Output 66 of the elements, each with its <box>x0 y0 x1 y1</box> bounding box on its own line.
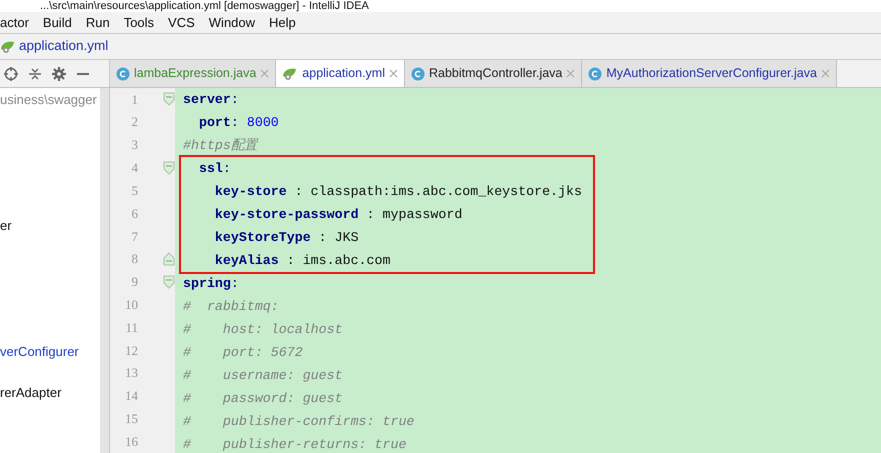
line-number: 10 <box>124 296 138 314</box>
menu-item[interactable]: Help <box>269 12 296 32</box>
line-number: 11 <box>124 318 138 337</box>
line-number: 8 <box>130 250 138 268</box>
line-number: 7 <box>130 228 138 246</box>
menu-item[interactable]: Window <box>208 12 256 32</box>
line-number: 13 <box>124 364 138 382</box>
code-line: port: 8000 <box>198 114 279 132</box>
project-tree-item[interactable]: rerAdapter <box>0 383 62 402</box>
class-file-icon <box>588 66 602 80</box>
fold-icon[interactable] <box>163 252 175 266</box>
code-line: spring: <box>183 275 239 293</box>
code-line: # username: guest <box>183 367 343 385</box>
code-line: # port: 5672 <box>183 344 303 362</box>
fold-icon[interactable] <box>163 92 175 106</box>
project-tree-item[interactable]: verConfigurer <box>0 342 79 362</box>
code-line: # publisher-returns: true <box>183 436 406 453</box>
menu-item[interactable]: Build <box>42 12 72 32</box>
menu-item[interactable]: Run <box>86 12 110 32</box>
code-line: key-store : classpath:ims.abc.com_keystore.jks <box>214 183 582 201</box>
code-line: # password: guest <box>183 390 343 408</box>
line-number: 12 <box>124 342 138 360</box>
editor-tab[interactable]: MyAuthorizationServerConfigurer.java <box>582 60 837 87</box>
line-number: 3 <box>130 136 138 154</box>
line-number: 1 <box>130 90 138 109</box>
close-icon[interactable] <box>566 69 576 78</box>
line-number: 2 <box>130 113 138 132</box>
line-number: 6 <box>130 204 138 223</box>
crosshair-icon[interactable] <box>4 66 18 80</box>
fold-icon[interactable] <box>163 160 175 175</box>
settings-icon[interactable] <box>52 66 66 80</box>
close-icon[interactable] <box>260 69 270 78</box>
breadcrumb-item[interactable]: application.yml <box>19 36 108 57</box>
project-tree-item[interactable]: usiness\swagger <box>0 90 97 110</box>
leaf-gear-icon <box>0 40 16 54</box>
menu-item[interactable]: actor <box>0 12 29 32</box>
line-number: 5 <box>130 182 138 200</box>
code-line: # rabbitmq: <box>183 298 279 316</box>
line-number: 4 <box>130 159 138 178</box>
panel-splitter[interactable] <box>100 88 110 453</box>
fold-icon[interactable] <box>163 274 175 289</box>
code-line: key-store-password : mypassword <box>214 206 462 224</box>
code-line: ssl: <box>198 160 231 178</box>
code-line: # host: localhost <box>183 321 343 339</box>
code-editor[interactable] <box>175 88 881 453</box>
code-line: # publisher-confirms: true <box>183 413 414 431</box>
menu-item[interactable]: Tools <box>124 12 154 32</box>
editor-tab[interactable]: RabbitmqController.java <box>404 60 582 87</box>
class-file-icon <box>410 66 425 80</box>
close-icon[interactable] <box>820 69 830 78</box>
line-number: 16 <box>124 432 138 451</box>
line-number: 15 <box>124 410 138 428</box>
code-line: #https配置 <box>183 137 257 155</box>
close-icon[interactable] <box>388 69 398 78</box>
leaf-gear-icon <box>282 66 298 80</box>
code-line: keyStoreType : JKS <box>214 229 359 247</box>
code-line: keyAlias : ims.abc.com <box>214 252 390 270</box>
editor-tab[interactable]: application.yml <box>276 60 405 87</box>
line-number: 9 <box>130 273 138 292</box>
window-title: ...\src\main\resources\application.yml [demoswagger] - IntelliJ IDEA <box>40 0 369 12</box>
class-file-icon <box>116 66 130 80</box>
line-number: 14 <box>124 387 138 406</box>
code-line: server: <box>183 91 239 109</box>
project-tree-item[interactable]: er <box>0 216 12 236</box>
menu-item[interactable]: VCS <box>168 12 195 32</box>
collapse-icon[interactable] <box>28 66 42 80</box>
